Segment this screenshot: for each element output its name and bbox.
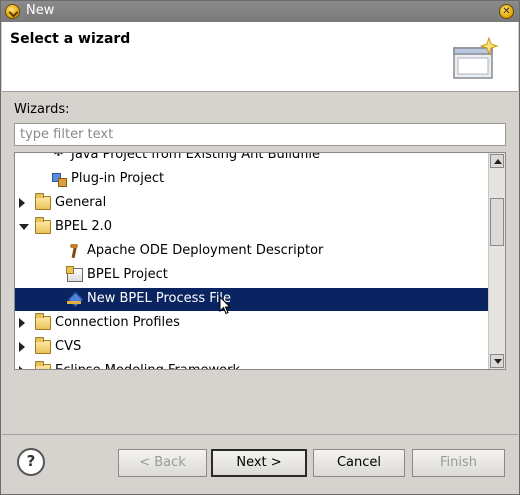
folder-icon: [35, 193, 51, 210]
descriptor-icon: [67, 244, 83, 258]
scroll-down-arrow-icon[interactable]: [490, 354, 504, 368]
close-button[interactable]: ✕: [499, 4, 514, 19]
tree-item-label: Connection Profiles: [55, 315, 180, 330]
tree-item-label: BPEL 2.0: [55, 219, 113, 234]
title-bar[interactable]: New ✕: [1, 1, 519, 22]
folder-icon: [35, 361, 51, 369]
tree-item[interactable]: CVS: [15, 336, 489, 359]
collapsed-arrow-icon[interactable]: [19, 366, 29, 369]
new-wizard-banner-icon: [453, 36, 498, 79]
tree-item-label: BPEL Project: [87, 267, 168, 282]
finish-button[interactable]: Finish: [412, 449, 505, 477]
wizard-header: Select a wizard: [2, 22, 518, 92]
tree-item-label: New BPEL Process File: [87, 291, 232, 306]
page-title: Select a wizard: [10, 31, 131, 47]
folder-icon: [35, 217, 51, 234]
folder-icon: [35, 337, 51, 354]
scroll-up-arrow-icon[interactable]: [490, 154, 504, 168]
ant-icon: [51, 153, 67, 162]
bpel-file-icon: [67, 292, 83, 306]
tree-item[interactable]: BPEL Project: [15, 264, 489, 287]
plugin-icon: [51, 172, 67, 187]
wizards-label: Wizards:: [14, 102, 70, 117]
tree-item[interactable]: Connection Profiles: [15, 312, 489, 335]
mouse-cursor-icon: [219, 296, 231, 315]
tree-item[interactable]: Apache ODE Deployment Descriptor: [15, 240, 489, 263]
project-icon: [66, 266, 83, 282]
filter-input[interactable]: [14, 123, 506, 146]
new-wizard-dialog: New ✕ Select a wizard Wizards: Java Proj…: [0, 0, 520, 495]
collapsed-arrow-icon[interactable]: [19, 342, 29, 352]
vertical-scrollbar[interactable]: [488, 153, 505, 369]
window-menu-icon[interactable]: [5, 4, 20, 19]
tree-item-label: Java Project from Existing Ant Buildfile: [71, 152, 321, 162]
button-bar-separator: [2, 434, 518, 435]
tree-item[interactable]: BPEL 2.0: [15, 216, 489, 239]
tree-item[interactable]: Eclipse Modeling Framework: [15, 360, 489, 369]
scroll-thumb[interactable]: [490, 198, 504, 246]
tree-item-label: Eclipse Modeling Framework: [55, 363, 240, 369]
help-button[interactable]: ?: [17, 448, 45, 476]
tree-item-label: General: [55, 195, 107, 210]
back-button[interactable]: < Back: [118, 449, 207, 477]
tree-item-label: Plug-in Project: [71, 171, 165, 186]
tree-item[interactable]: New BPEL Process File: [15, 288, 489, 311]
window-title: New: [26, 3, 55, 18]
next-button[interactable]: Next >: [211, 449, 307, 477]
wizard-tree[interactable]: Java Project from Existing Ant Buildfile…: [14, 152, 506, 370]
tree-item[interactable]: Java Project from Existing Ant Buildfile: [15, 152, 489, 167]
collapsed-arrow-icon[interactable]: [19, 198, 29, 208]
collapsed-arrow-icon[interactable]: [19, 318, 29, 328]
folder-icon: [35, 313, 51, 330]
cancel-button[interactable]: Cancel: [313, 449, 405, 477]
tree-item[interactable]: General: [15, 192, 489, 215]
expanded-arrow-icon[interactable]: [19, 222, 29, 232]
tree-item[interactable]: Plug-in Project: [15, 168, 489, 191]
tree-item-label: CVS: [55, 339, 82, 354]
tree-item-label: Apache ODE Deployment Descriptor: [87, 243, 324, 258]
